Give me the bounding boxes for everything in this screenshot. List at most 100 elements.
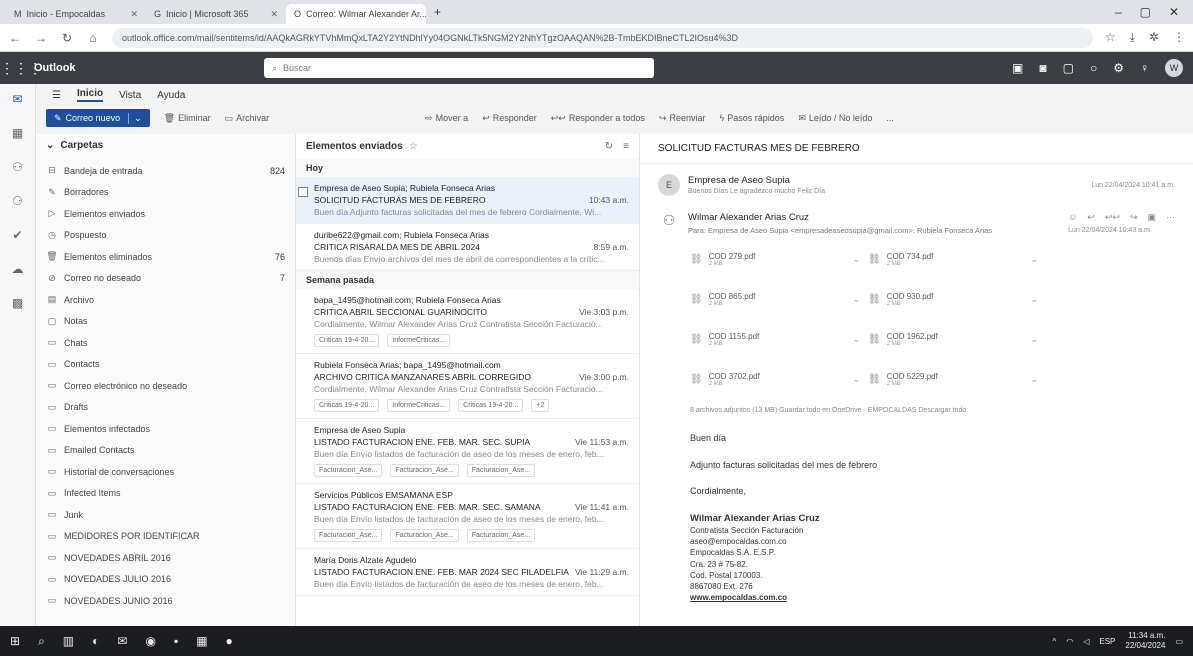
folder-item[interactable]: ▷ Elementos enviados: [46, 203, 285, 225]
attachment-card[interactable]: ⛓ COD 865.pdf 2 MB ⌄: [690, 287, 860, 311]
teams-icon[interactable]: ▣: [1147, 212, 1156, 223]
folder-item[interactable]: ▭ Emailed Contacts: [46, 440, 285, 462]
lightbulb-icon[interactable]: ♀: [1140, 61, 1149, 75]
new-mail-button[interactable]: ✎ Correo nuevo ⌄: [46, 109, 150, 127]
maximize-icon[interactable]: ▢: [1140, 5, 1151, 19]
reply-button[interactable]: ↩ Responder: [482, 113, 537, 124]
folder-pane-header[interactable]: ⌄ Carpetas: [46, 140, 285, 151]
menu-icon[interactable]: ⋮: [1173, 30, 1185, 45]
forward-icon[interactable]: →: [34, 31, 48, 45]
folder-item[interactable]: ▭ Drafts: [46, 397, 285, 419]
message-item[interactable]: bapa_1495@hotmail.com; Rubiela Fonseca A…: [296, 289, 639, 354]
archive-button[interactable]: ▭ Archivar: [225, 113, 270, 124]
minimize-icon[interactable]: –: [1115, 5, 1122, 19]
browser-tab-1[interactable]: M Inicio - Empocaldas ✕: [6, 4, 146, 24]
calendar-icon[interactable]: ▦: [12, 126, 23, 140]
attachment-card[interactable]: ⛓ COD 3702.pdf 2 MB ⌄: [690, 367, 860, 391]
folder-item[interactable]: ▭ NOVEDADES ABRIL 2016: [46, 547, 285, 569]
collapsed-message[interactable]: E Empresa de Aseo Supia Buenos Días Le a…: [640, 164, 1193, 204]
chevron-down-icon[interactable]: ⌄: [1030, 254, 1038, 265]
attachment-card[interactable]: ⛓ COD 5229.pdf 2 MB ⌄: [868, 367, 1038, 391]
clock[interactable]: 11:34 a.m. 22/04/2024: [1125, 631, 1165, 650]
wifi-icon[interactable]: ◠: [1066, 637, 1073, 646]
tab-inicio[interactable]: Inicio: [76, 88, 104, 102]
reply-all-icon[interactable]: ↩↩: [1105, 212, 1120, 223]
attachment-chip[interactable]: Facturacion_Ase...: [314, 464, 383, 477]
folder-item[interactable]: 🗑 Elementos eliminados 76: [46, 246, 285, 268]
attachment-card[interactable]: ⛓ COD 930.pdf 2 MB ⌄: [868, 287, 1038, 311]
star-icon[interactable]: ☆: [409, 141, 418, 152]
message-item[interactable]: Empresa de Aseo Supia LISTADO FACTURACION…: [296, 419, 639, 484]
speaker-icon[interactable]: ◁: [1083, 637, 1089, 646]
attachment-chip[interactable]: Criticas 19-4-20...: [458, 399, 524, 412]
avatar[interactable]: W: [1165, 59, 1183, 77]
message-item[interactable]: duribe622@gmail.com; Rubiela Fonseca Ari…: [296, 224, 639, 271]
tab-ayuda[interactable]: Ayuda: [157, 90, 185, 101]
people-icon[interactable]: ⚇: [12, 160, 23, 174]
sync-icon[interactable]: ↻: [605, 141, 613, 152]
windows-start-icon[interactable]: ⊞: [10, 634, 20, 648]
folder-item[interactable]: ✎ Borradores: [46, 182, 285, 204]
url-field[interactable]: outlook.office.com/mail/sentitems/id/AAQ…: [112, 27, 1093, 48]
close-icon[interactable]: ✕: [270, 9, 278, 20]
browser-tab-2[interactable]: G Inicio | Microsoft 365 ✕: [146, 4, 286, 24]
chevron-down-icon[interactable]: ⌄: [1030, 334, 1038, 345]
tab-vista[interactable]: Vista: [119, 90, 141, 101]
folder-item[interactable]: ▭ Junk: [46, 504, 285, 526]
chevron-down-icon[interactable]: ⌄: [1030, 374, 1038, 385]
app-launcher-icon[interactable]: ⋮⋮⋮: [0, 60, 42, 77]
todo-icon[interactable]: ✔: [12, 228, 22, 242]
attachment-chip[interactable]: Criticas 19-4-20...: [314, 399, 380, 412]
folder-item[interactable]: ▭ MEDIDORES POR IDENTIFICAR: [46, 526, 285, 548]
chevron-down-icon[interactable]: ⌄: [852, 254, 860, 265]
excel-icon[interactable]: ▦: [196, 634, 207, 648]
attachment-chip[interactable]: +2: [531, 399, 550, 412]
teams-icon[interactable]: ▪: [174, 634, 178, 648]
folder-item[interactable]: ▢ Notas: [46, 311, 285, 333]
read-unread-button[interactable]: ✉ Leído / No leído: [798, 113, 872, 124]
chevron-down-icon[interactable]: ⌄: [852, 334, 860, 345]
meet-icon[interactable]: ▣: [1012, 61, 1023, 75]
signature-link[interactable]: www.empocaldas.com.co: [690, 592, 1143, 603]
word-icon[interactable]: ◙: [1039, 61, 1046, 75]
attachment-chip[interactable]: Facturacion_Ase...: [390, 464, 459, 477]
folder-item[interactable]: ▭ Elementos infectados: [46, 418, 285, 440]
folder-item[interactable]: ▭ NOVEDADES JUNIO 2016: [46, 590, 285, 612]
forward-icon[interactable]: ↪: [1130, 212, 1138, 223]
attachment-card[interactable]: ⛓ COD 1962.pdf 2 MB ⌄: [868, 327, 1038, 351]
attachment-chip[interactable]: Facturacion_Ase...: [390, 529, 459, 542]
mail-app-icon[interactable]: ✉: [117, 634, 127, 648]
back-icon[interactable]: ←: [8, 31, 22, 45]
attachment-chip[interactable]: Criticas 19-4-20...: [314, 334, 380, 347]
extensions-icon[interactable]: ✲: [1149, 30, 1159, 45]
emoji-icon[interactable]: ☺: [1068, 212, 1077, 223]
chevron-down-icon[interactable]: ⌄: [852, 294, 860, 305]
message-item[interactable]: Empresa de Aseo Supia; Rubiela Fonseca A…: [296, 177, 639, 224]
attachment-summary[interactable]: 8 archivos adjuntos (13 MB) Guardar todo…: [640, 397, 1193, 424]
message-item[interactable]: Servicios Públicos EMSAMANA ESP LISTADO F…: [296, 484, 639, 549]
quick-steps-button[interactable]: ϟ Pasos rápidos: [720, 113, 785, 123]
delete-button[interactable]: 🗑 Eliminar: [164, 113, 211, 124]
chevron-up-icon[interactable]: ^: [1052, 637, 1056, 646]
lang-indicator[interactable]: ESP: [1099, 637, 1115, 646]
close-window-icon[interactable]: ✕: [1169, 5, 1179, 19]
attachment-card[interactable]: ⛓ COD 279.pdf 2 MB ⌄: [690, 247, 860, 271]
mail-icon[interactable]: ✉: [12, 92, 22, 106]
reply-icon[interactable]: ↩: [1087, 212, 1095, 223]
folder-item[interactable]: ⊘ Correo no deseado 7: [46, 268, 285, 290]
folder-item[interactable]: ◷ Pospuesto: [46, 225, 285, 247]
apps-icon[interactable]: ▩: [12, 296, 23, 310]
attachment-chip[interactable]: Facturacion_Ase...: [466, 464, 536, 477]
message-item[interactable]: Rubiela Fonseca Arias; bapa_1495@hotmail…: [296, 354, 639, 419]
chevron-down-icon[interactable]: ⌄: [1030, 294, 1038, 305]
download-icon[interactable]: ⤓: [1130, 30, 1135, 45]
folder-item[interactable]: ▭ NOVEDADES JULIO 2016: [46, 569, 285, 591]
attachment-card[interactable]: ⛓ COD 734.pdf 2 MB ⌄: [868, 247, 1038, 271]
gear-icon[interactable]: ⚙: [1113, 61, 1124, 75]
notification-icon[interactable]: ▭: [1175, 637, 1183, 646]
browser-tab-3[interactable]: OCorreo: Wilmar Alexander Ar...✕: [286, 4, 426, 24]
group-header[interactable]: Hoy: [296, 159, 639, 177]
bell-icon[interactable]: ○: [1090, 61, 1097, 75]
chrome-icon[interactable]: ◉: [145, 634, 155, 648]
home-icon[interactable]: ⌂: [86, 31, 100, 45]
